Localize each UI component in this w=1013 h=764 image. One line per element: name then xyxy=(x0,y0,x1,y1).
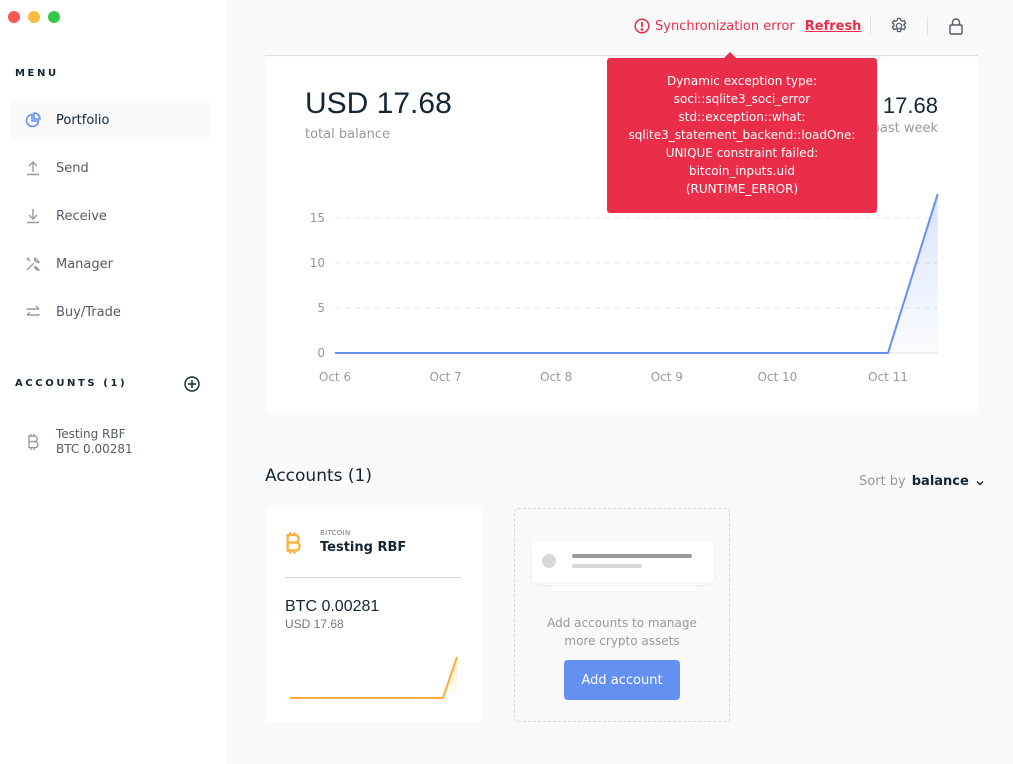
tooltip-line: std::exception::what: xyxy=(678,110,806,124)
sidebar-account-balance: BTC 0.00281 xyxy=(56,442,133,456)
topbar-divider xyxy=(870,17,871,35)
add-account-icon[interactable] xyxy=(183,375,201,393)
menu-title: MENU xyxy=(15,68,59,79)
sync-status: Synchronization error Refresh xyxy=(634,18,861,34)
x-tick-label: Oct 6 xyxy=(319,370,351,384)
x-tick-label: Oct 8 xyxy=(540,370,572,384)
lock-icon[interactable] xyxy=(947,17,965,35)
add-account-card: Add accounts to manage more crypto asset… xyxy=(514,508,730,722)
tools-icon xyxy=(24,255,42,273)
x-tick-label: Oct 11 xyxy=(868,370,908,384)
pie-chart-icon xyxy=(24,111,42,129)
maximize-window-button[interactable] xyxy=(48,11,60,23)
y-tick-label: 0 xyxy=(317,346,325,360)
sidebar-item-receive[interactable]: Receive xyxy=(10,197,210,235)
bitcoin-icon xyxy=(24,427,42,457)
arrow-down-icon xyxy=(24,207,42,225)
tooltip-line: UNIQUE constraint failed: xyxy=(665,146,819,160)
sidebar-item-label: Receive xyxy=(56,208,107,224)
refresh-link[interactable]: Refresh xyxy=(805,19,862,34)
sync-error-text: Synchronization error xyxy=(655,18,795,34)
account-card[interactable]: BITCOIN Testing RBF BTC 0.00281 USD 17.6… xyxy=(265,507,482,723)
account-sparkline xyxy=(290,656,458,699)
sidebar-account-item[interactable]: Testing RBF BTC 0.00281 xyxy=(24,427,133,457)
sparkline-area xyxy=(290,657,457,698)
tooltip-line: soci::sqlite3_soci_error xyxy=(673,92,811,106)
close-window-button[interactable] xyxy=(8,11,20,23)
sidebar-item-manager[interactable]: Manager xyxy=(10,245,210,283)
hint-line: Add accounts to manage xyxy=(547,616,697,630)
sort-dropdown[interactable]: Sort by balance xyxy=(859,474,985,489)
sidebar: MENU Portfolio Send Receive Manager Buy/… xyxy=(0,0,226,764)
arrow-up-icon xyxy=(24,159,42,177)
tooltip-line: sqlite3_statement_backend::loadOne: xyxy=(628,128,856,142)
tooltip-line: (RUNTIME_ERROR) xyxy=(685,182,799,196)
sidebar-item-send[interactable]: Send xyxy=(10,149,210,187)
accounts-title: ACCOUNTS (1) xyxy=(15,378,128,389)
chevron-down-icon xyxy=(975,477,985,487)
add-account-hint: Add accounts to manage more crypto asset… xyxy=(515,614,729,650)
y-tick-label: 5 xyxy=(317,301,325,315)
y-tick-label: 15 xyxy=(310,211,325,225)
sidebar-item-buy-trade[interactable]: Buy/Trade xyxy=(10,293,210,331)
top-bar: Synchronization error Refresh xyxy=(265,0,978,56)
y-tick-label: 10 xyxy=(310,256,325,270)
placeholder-illustration xyxy=(532,541,714,595)
sort-value: balance xyxy=(911,474,969,489)
sidebar-item-label: Buy/Trade xyxy=(56,304,121,320)
topbar-divider xyxy=(927,17,928,35)
sidebar-account-name: Testing RBF xyxy=(56,427,126,441)
gear-icon[interactable] xyxy=(890,17,908,35)
minimize-window-button[interactable] xyxy=(28,11,40,23)
x-tick-label: Oct 10 xyxy=(757,370,797,384)
tooltip-line: Dynamic exception type: xyxy=(666,74,818,88)
add-account-button[interactable]: Add account xyxy=(564,660,680,700)
sidebar-item-portfolio[interactable]: Portfolio xyxy=(10,101,210,139)
sidebar-item-label: Manager xyxy=(56,256,113,272)
window-controls xyxy=(8,11,60,23)
x-tick-label: Oct 7 xyxy=(429,370,461,384)
sparkline-line xyxy=(290,656,458,699)
accounts-heading: Accounts (1) xyxy=(265,466,372,486)
sidebar-item-label: Portfolio xyxy=(56,112,110,128)
sync-error-tooltip: Dynamic exception type: soci::sqlite3_so… xyxy=(607,52,877,213)
exchange-icon xyxy=(24,303,42,321)
sidebar-menu: Portfolio Send Receive Manager Buy/Trade xyxy=(10,101,210,341)
sort-label: Sort by xyxy=(859,474,906,489)
sidebar-item-label: Send xyxy=(56,160,89,176)
x-tick-label: Oct 9 xyxy=(651,370,683,384)
tooltip-line: bitcoin_inputs.uid xyxy=(688,164,796,178)
hint-line: more crypto assets xyxy=(564,634,680,648)
error-icon xyxy=(634,18,650,34)
